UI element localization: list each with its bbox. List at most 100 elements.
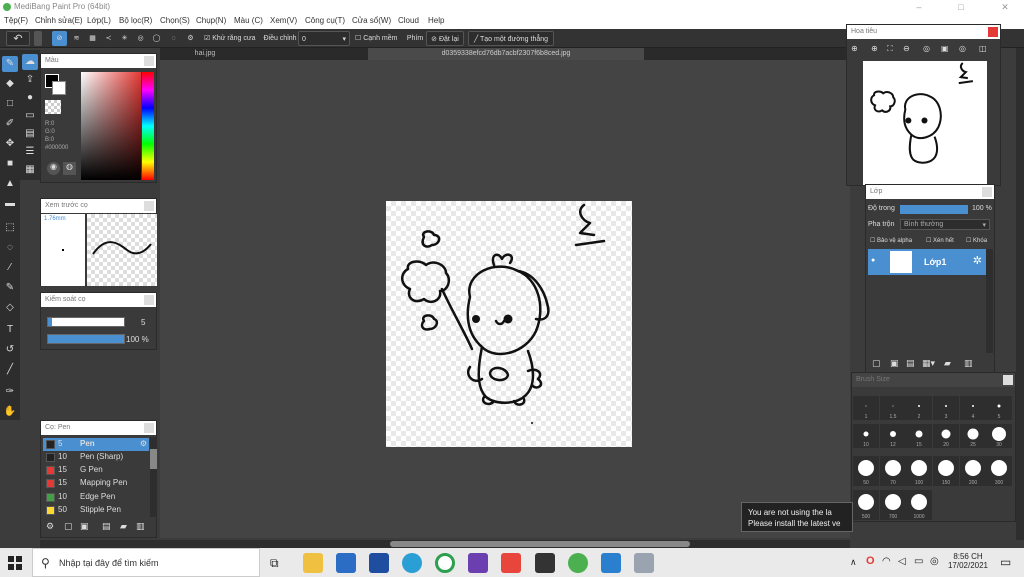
pen-list-item[interactable]: 15 Mapping Pen: [43, 477, 149, 490]
page-icon[interactable]: ▤: [22, 126, 38, 142]
undo-icon[interactable]: ↶: [6, 31, 30, 46]
tab-active-document[interactable]: d0359338efcd76db7acbf2307f6b8ced.jpg: [368, 48, 644, 60]
brush-size-cell[interactable]: 2: [906, 396, 932, 420]
flip-icon[interactable]: ▣: [941, 44, 949, 53]
medibang-icon[interactable]: [568, 553, 588, 573]
brush-size-cell[interactable]: 1.5: [880, 396, 906, 420]
eyedropper-tool-icon[interactable]: ✑: [2, 384, 18, 400]
secondary-color-swatch[interactable]: [52, 81, 66, 95]
pen-list-item[interactable]: 10 Edge Pen: [43, 491, 149, 504]
lasso-tool-icon[interactable]: ◌: [2, 240, 18, 256]
zoom-in-icon[interactable]: ⊕: [851, 44, 858, 53]
radial-icon[interactable]: ✳: [117, 31, 132, 46]
protect-alpha-checkbox[interactable]: ☐ Bảo vệ alpha: [870, 237, 912, 244]
zoom-out-icon[interactable]: ⊖: [903, 44, 910, 53]
panel-close-icon[interactable]: [144, 56, 154, 66]
hatch-mode-icon[interactable]: ≋: [69, 31, 84, 46]
select-eraser-icon[interactable]: ◇: [2, 300, 18, 316]
file-explorer-icon[interactable]: [303, 553, 323, 573]
panel-close-icon[interactable]: [144, 423, 154, 433]
menu-view[interactable]: Xem(V): [270, 16, 297, 25]
new-layer-icon[interactable]: ▢: [872, 358, 881, 369]
horizontal-scrollbar[interactable]: [40, 540, 850, 548]
panel-close-icon[interactable]: [1003, 375, 1013, 385]
transparent-color-swatch[interactable]: [45, 100, 61, 114]
mail-icon[interactable]: [336, 553, 356, 573]
horizontal-scroll-thumb[interactable]: [390, 541, 690, 547]
blend-mode-select[interactable]: Bình thường ▾: [900, 219, 990, 230]
perspective-icon[interactable]: ≺: [101, 31, 116, 46]
brush-size-cell[interactable]: 25: [960, 424, 986, 448]
text-tool-icon[interactable]: T: [2, 322, 18, 338]
brush-size-slider[interactable]: [47, 317, 125, 327]
pen-list-scrollbar[interactable]: [150, 437, 157, 517]
lock-checkbox[interactable]: ☐ Khóa: [966, 237, 987, 244]
menu-color[interactable]: Màu (C): [234, 16, 263, 25]
app-fox-icon[interactable]: [535, 553, 555, 573]
opera-tray-icon[interactable]: O: [866, 555, 875, 567]
brush-size-cell[interactable]: 50: [853, 456, 879, 486]
menu-capture[interactable]: Chụp(N): [196, 16, 226, 25]
tab-hai[interactable]: hai.jpg: [160, 48, 250, 60]
wifi-icon[interactable]: ◠: [882, 556, 891, 567]
pen-list-item[interactable]: 5 Pen ⚙: [43, 438, 149, 451]
material-icon[interactable]: ▭: [22, 108, 38, 124]
gradient-tool-icon[interactable]: ▬: [2, 196, 18, 212]
vertical-scrollbar[interactable]: [1016, 48, 1024, 540]
color-wheel-icon[interactable]: ◉: [47, 162, 60, 175]
layer-list-scrollbar[interactable]: [986, 249, 993, 353]
grid-mode-icon[interactable]: ▦: [85, 31, 100, 46]
brush-size-cell[interactable]: 10: [853, 424, 879, 448]
clock[interactable]: 8:56 CH 17/02/2021: [946, 552, 990, 570]
pen-list-item[interactable]: 50 Stipple Pen: [43, 504, 149, 517]
new-8bit-layer-icon[interactable]: ▤: [906, 358, 915, 369]
menu-cloud[interactable]: Cloud: [398, 16, 419, 25]
select-pen-icon[interactable]: ✎: [2, 280, 18, 296]
chrome-browser-icon[interactable]: [435, 553, 455, 573]
rotate-right-icon[interactable]: ◎: [959, 44, 966, 53]
grid-icon[interactable]: ▦: [22, 162, 38, 178]
redo-arrow-icon[interactable]: [34, 31, 42, 46]
share-icon[interactable]: ⇪: [22, 72, 38, 88]
rotate-left-icon[interactable]: ◎: [923, 44, 930, 53]
panel-close-icon[interactable]: [144, 201, 154, 211]
maximize-button[interactable]: □: [946, 0, 976, 14]
drawing-canvas[interactable]: [386, 201, 632, 447]
paint-icon[interactable]: [634, 553, 654, 573]
brush-size-cell[interactable]: 700: [880, 490, 906, 520]
navigator-close-icon[interactable]: [988, 27, 998, 37]
layer-menu-icon[interactable]: ▦▾: [922, 358, 935, 369]
menu-tools[interactable]: Công cụ(T): [305, 16, 345, 25]
brush-size-cell[interactable]: 150: [933, 456, 959, 486]
hue-slider[interactable]: [142, 72, 154, 180]
fill-tool-icon[interactable]: ▲: [2, 176, 18, 192]
layer-row[interactable]: ● Lớp1 ✲: [868, 249, 986, 275]
notifications-icon[interactable]: ▭: [1000, 555, 1011, 569]
menu-select[interactable]: Chọn(S): [160, 16, 190, 25]
brush-size-cell[interactable]: 5: [986, 396, 1012, 420]
delete-pen-icon[interactable]: ▥: [136, 521, 145, 532]
update-notification[interactable]: You are not using the la Please install …: [741, 502, 853, 532]
select-rect-icon[interactable]: ⬚: [2, 220, 18, 236]
taskbar-search-box[interactable]: ⚲ Nhập tại đây để tìm kiếm: [32, 548, 260, 577]
ellipse-icon[interactable]: ◯: [149, 31, 164, 46]
pencil-tool-icon[interactable]: ✐: [2, 116, 18, 132]
brush-tool-icon[interactable]: ✎: [2, 56, 18, 72]
pen-scroll-thumb[interactable]: [150, 449, 157, 469]
color-history-icon[interactable]: ◍: [63, 162, 76, 175]
concentric-icon[interactable]: ◎: [133, 31, 148, 46]
rect-tool-icon[interactable]: ■: [2, 156, 18, 172]
new-pen-icon[interactable]: ▢: [64, 521, 73, 532]
palette-switch-icon[interactable]: ☁: [22, 54, 38, 70]
windows-start-icon[interactable]: [8, 556, 22, 570]
menu-layer[interactable]: Lớp(L): [87, 16, 111, 25]
pen-list-item[interactable]: 10 Pen (Sharp): [43, 451, 149, 464]
brush-size-cell[interactable]: 200: [960, 456, 986, 486]
fit-screen-icon[interactable]: ⛶: [887, 44, 893, 54]
brush-size-cell[interactable]: 500: [853, 490, 879, 520]
pen-gear-icon[interactable]: ⚙: [140, 439, 147, 448]
brush-size-cell[interactable]: 300: [986, 456, 1012, 486]
brush-mode-icon[interactable]: ⊘: [52, 31, 67, 46]
layer-visibility-icon[interactable]: ●: [871, 257, 875, 264]
photos-icon[interactable]: [601, 553, 621, 573]
